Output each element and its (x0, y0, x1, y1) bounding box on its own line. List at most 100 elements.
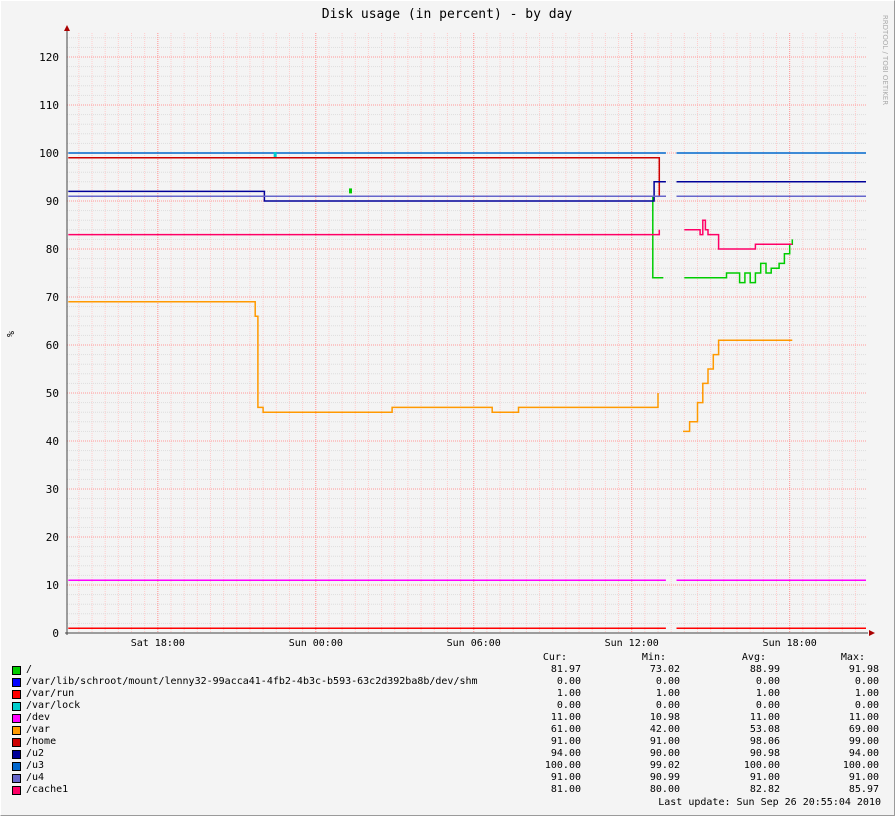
legend-avg: 11.00 (749, 712, 780, 723)
y-tick-label: 80 (46, 243, 59, 256)
legend-row: /var/run 1.00 1.00 1.00 1.00 (12, 688, 882, 700)
legend-cur: 61.00 (550, 724, 581, 735)
x-tick-label: Sun 00:00 (289, 638, 343, 649)
x-axis-arrow (869, 630, 875, 636)
legend-min: 10.98 (649, 712, 680, 723)
y-tick-label: 60 (46, 339, 59, 352)
legend-max: 0.00 (854, 676, 879, 687)
legend-cur: 100.00 (544, 760, 581, 771)
legend-avg: 88.99 (749, 664, 780, 675)
y-tick-label: 20 (46, 531, 59, 544)
legend-swatch (12, 678, 21, 687)
x-tick-label: Sun 12:00 (605, 638, 659, 649)
legend-avg: 91.00 (749, 772, 780, 783)
legend-min: 0.00 (655, 700, 680, 711)
legend-swatch (12, 726, 21, 735)
legend-min: 42.00 (649, 724, 680, 735)
chart-axes (64, 25, 875, 636)
y-tick-label: 90 (46, 195, 59, 208)
legend-name: /u3 (26, 760, 45, 771)
y-tick-label: 30 (46, 483, 59, 496)
legend-name: /dev (26, 712, 51, 723)
legend-min: 1.00 (655, 688, 680, 699)
legend-row: /dev 11.00 10.98 11.00 11.00 (12, 712, 882, 724)
legend-avg: 98.06 (749, 736, 780, 747)
y-axis-label: % (6, 331, 17, 337)
legend-cur: 1.00 (556, 688, 581, 699)
watermark: RRDTOOL / TOBI OETIKER (881, 15, 889, 105)
legend-header-max: Max: (840, 652, 865, 663)
legend-max: 94.00 (848, 748, 879, 759)
legend-swatch (12, 750, 21, 759)
legend-name: /u2 (26, 748, 45, 759)
legend-max: 99.00 (848, 736, 879, 747)
y-tick-label: 70 (46, 291, 59, 304)
series-fleck (349, 188, 353, 194)
legend-cur: 94.00 (550, 748, 581, 759)
legend-avg: 53.08 (749, 724, 780, 735)
legend-name: /var/run (26, 688, 75, 699)
legend-name: /cache1 (26, 784, 69, 795)
legend-avg: 100.00 (743, 760, 780, 771)
x-tick-label: Sun 06:00 (447, 638, 501, 649)
legend-header-avg: Avg: (741, 652, 766, 663)
series-fleck (273, 152, 277, 157)
y-tick-label: 50 (46, 387, 59, 400)
legend-min: 90.00 (649, 748, 680, 759)
legend-name: /var/lib/schroot/mount/lenny32-99acca41-… (26, 676, 478, 687)
chart-grid (67, 33, 866, 634)
legend-header-min: Min: (641, 652, 666, 663)
legend-max: 91.98 (848, 664, 879, 675)
series-line (683, 339, 793, 433)
y-tick-label: 120 (39, 51, 59, 64)
chart-title: Disk usage (in percent) - by day (322, 7, 573, 22)
series-line (68, 301, 659, 413)
legend-swatch (12, 762, 21, 771)
legend-avg: 0.00 (755, 676, 780, 687)
series-line (68, 229, 661, 236)
legend-max: 91.00 (848, 772, 879, 783)
legend-row: /u4 91.00 90.99 91.00 91.00 (12, 772, 882, 784)
legend-cur: 0.00 (556, 676, 581, 687)
legend-name: /var/lock (26, 700, 81, 711)
y-tick-labels: 0 10 20 30 40 50 60 70 80 90 100 110 120 (39, 51, 59, 640)
y-axis-arrow (64, 25, 70, 31)
legend-swatch (12, 738, 21, 747)
x-tick-labels: Sat 18:00 Sun 00:00 Sun 06:00 Sun 12:00 Sun … (131, 638, 817, 649)
legend-header-cur: Cur: (542, 652, 567, 663)
x-tick-label: Sat 18:00 (131, 638, 185, 649)
legend-avg: 0.00 (755, 700, 780, 711)
legend-name: /var (26, 724, 51, 735)
legend-swatch (12, 666, 21, 675)
legend-cur: 11.00 (550, 712, 581, 723)
legend-avg: 1.00 (755, 688, 780, 699)
legend-avg: 82.82 (749, 784, 780, 795)
legend-swatch (12, 702, 21, 711)
y-tick-label: 10 (46, 579, 59, 592)
y-tick-label: 0 (52, 627, 59, 640)
legend-row: /var/lock 0.00 0.00 0.00 0.00 (12, 700, 882, 712)
legend-min: 90.99 (649, 772, 680, 783)
legend-row: /cache1 81.00 80.00 82.82 85.97 (12, 784, 882, 796)
y-tick-label: 100 (39, 147, 59, 160)
last-update: Last update: Sun Sep 26 20:55:04 2010 (658, 797, 881, 808)
legend-min: 80.00 (649, 784, 680, 795)
legend-row: /var/lib/schroot/mount/lenny32-99acca41-… (12, 676, 882, 688)
legend-row: /home 91.00 91.00 98.06 99.00 (12, 736, 882, 748)
legend-swatch (12, 774, 21, 783)
legend-cur: 81.97 (550, 664, 581, 675)
legend-swatch (12, 714, 21, 723)
legend-cur: 91.00 (550, 772, 581, 783)
legend-row: /u2 94.00 90.00 90.98 94.00 (12, 748, 882, 760)
y-tick-label: 110 (39, 99, 59, 112)
legend-min: 73.02 (649, 664, 680, 675)
legend-max: 11.00 (848, 712, 879, 723)
y-tick-label: 40 (46, 435, 59, 448)
legend-name: / (26, 664, 33, 675)
legend-min: 0.00 (655, 676, 680, 687)
legend-max: 69.00 (848, 724, 879, 735)
legend-row: /var 61.00 42.00 53.08 69.00 (12, 724, 882, 736)
legend-max: 0.00 (854, 700, 879, 711)
legend-name: /home (26, 736, 57, 747)
legend-max: 85.97 (848, 784, 879, 795)
